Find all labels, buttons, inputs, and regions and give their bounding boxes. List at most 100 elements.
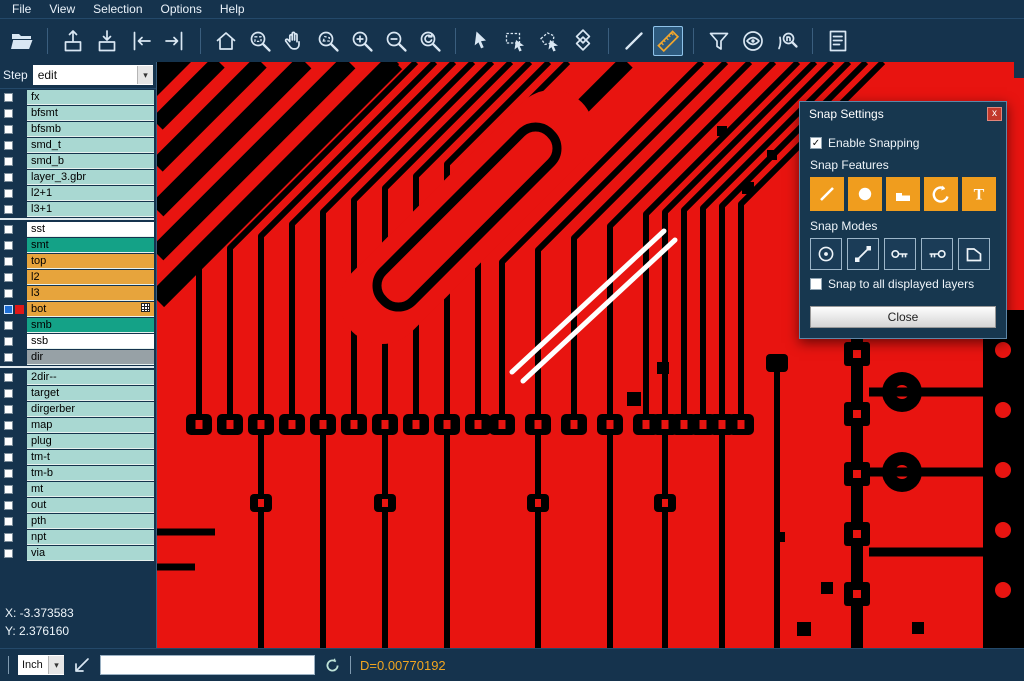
layer-row-dirgerber[interactable]: dirgerber <box>0 401 156 417</box>
tool-select-pointer[interactable] <box>466 26 496 56</box>
layer-row-sst[interactable]: sst <box>0 221 156 237</box>
layer-row-bfsmt[interactable]: bfsmt <box>0 105 156 121</box>
tool-report[interactable] <box>823 26 853 56</box>
layer-row-top[interactable]: top <box>0 253 156 269</box>
layer-visibility-checkbox[interactable] <box>4 305 13 314</box>
snap-mode-key-right-button[interactable] <box>884 238 916 270</box>
layer-visibility-checkbox[interactable] <box>4 205 13 214</box>
command-input[interactable] <box>100 655 315 675</box>
tool-view-eye[interactable] <box>738 26 768 56</box>
layer-row-smd_t[interactable]: smd_t <box>0 137 156 153</box>
layer-visibility-checkbox[interactable] <box>4 437 13 446</box>
layer-visibility-checkbox[interactable] <box>4 173 13 182</box>
layer-row-fx[interactable]: fx <box>0 89 156 105</box>
layer-row-tm-b[interactable]: tm-b <box>0 465 156 481</box>
tool-select-rect[interactable] <box>500 26 530 56</box>
tool-home[interactable] <box>211 26 241 56</box>
layer-visibility-checkbox[interactable] <box>4 273 13 282</box>
tool-arrow-out-right[interactable] <box>160 26 190 56</box>
tool-open-folder[interactable] <box>7 26 37 56</box>
snap-feature-line-button[interactable] <box>810 177 844 211</box>
tool-export-up[interactable] <box>58 26 88 56</box>
layer-row-l2[interactable]: l2 <box>0 269 156 285</box>
layer-row-ssb[interactable]: ssb <box>0 333 156 349</box>
menu-options[interactable]: Options <box>152 1 211 17</box>
layer-row-target[interactable]: target <box>0 385 156 401</box>
tool-zoom-in[interactable] <box>347 26 377 56</box>
menu-selection[interactable]: Selection <box>84 1 151 17</box>
layer-visibility-checkbox[interactable] <box>4 353 13 362</box>
refresh-icon[interactable] <box>324 657 341 674</box>
layer-visibility-checkbox[interactable] <box>4 141 13 150</box>
layer-visibility-checkbox[interactable] <box>4 421 13 430</box>
tool-zoom-window[interactable] <box>245 26 275 56</box>
layer-row-smb[interactable]: smb <box>0 317 156 333</box>
layer-visibility-checkbox[interactable] <box>4 321 13 330</box>
layer-visibility-checkbox[interactable] <box>4 453 13 462</box>
enable-snapping-checkbox[interactable]: ✓ <box>810 137 822 149</box>
tool-arrow-in-left[interactable] <box>126 26 156 56</box>
tool-pan-hand[interactable] <box>279 26 309 56</box>
layer-visibility-checkbox[interactable] <box>4 549 13 558</box>
layer-row-bfsmb[interactable]: bfsmb <box>0 121 156 137</box>
snap-feature-corner-button[interactable] <box>886 177 920 211</box>
layer-row-tm-t[interactable]: tm-t <box>0 449 156 465</box>
tool-zoom-previous[interactable] <box>415 26 445 56</box>
layer-visibility-checkbox[interactable] <box>4 337 13 346</box>
layer-visibility-checkbox[interactable] <box>4 93 13 102</box>
layer-visibility-checkbox[interactable] <box>4 373 13 382</box>
snap-mode-center-button[interactable] <box>810 238 842 270</box>
layer-visibility-checkbox[interactable] <box>4 157 13 166</box>
layer-visibility-checkbox[interactable] <box>4 389 13 398</box>
layer-visibility-checkbox[interactable] <box>4 533 13 542</box>
snap-feature-text-button[interactable]: T <box>962 177 996 211</box>
chevron-down-icon[interactable]: ▾ <box>48 656 64 674</box>
layer-row-via[interactable]: via <box>0 545 156 561</box>
layer-visibility-checkbox[interactable] <box>4 225 13 234</box>
layer-row-dir[interactable]: dir <box>0 349 156 365</box>
layer-row-mt[interactable]: mt <box>0 481 156 497</box>
layer-row-npt[interactable]: npt <box>0 529 156 545</box>
layer-visibility-checkbox[interactable] <box>4 501 13 510</box>
tool-select-polygon[interactable] <box>534 26 564 56</box>
snap-feature-pad-button[interactable] <box>848 177 882 211</box>
tool-zoom-out[interactable] <box>381 26 411 56</box>
chevron-down-icon[interactable]: ▾ <box>137 66 153 84</box>
menu-view[interactable]: View <box>40 1 84 17</box>
unit-dropdown[interactable]: Inch ▾ <box>18 655 64 675</box>
layer-row-l2+1[interactable]: l2+1 <box>0 185 156 201</box>
tool-zoom-polygon[interactable] <box>313 26 343 56</box>
snap-mode-contour-button[interactable] <box>958 238 990 270</box>
layer-row-plug[interactable]: plug <box>0 433 156 449</box>
layer-row-l3+1[interactable]: l3+1 <box>0 201 156 217</box>
layer-visibility-checkbox[interactable] <box>4 241 13 250</box>
layer-visibility-checkbox[interactable] <box>4 289 13 298</box>
layer-visibility-checkbox[interactable] <box>4 125 13 134</box>
close-icon[interactable]: x <box>987 107 1002 121</box>
layer-row-smt[interactable]: smt <box>0 237 156 253</box>
tool-measure-ruler[interactable] <box>653 26 683 56</box>
layer-visibility-checkbox[interactable] <box>4 485 13 494</box>
tool-find-in[interactable] <box>772 26 802 56</box>
corner-angle-icon[interactable] <box>73 656 91 674</box>
tool-filter[interactable] <box>704 26 734 56</box>
tool-select-layers[interactable] <box>568 26 598 56</box>
layer-visibility-checkbox[interactable] <box>4 517 13 526</box>
layer-row-out[interactable]: out <box>0 497 156 513</box>
snap-dialog-titlebar[interactable]: Snap Settings x <box>800 102 1006 125</box>
tool-line-tool[interactable] <box>619 26 649 56</box>
layer-row-bot[interactable]: bot <box>0 301 156 317</box>
menu-help[interactable]: Help <box>211 1 254 17</box>
grid-icon[interactable] <box>141 303 150 315</box>
layer-row-smd_b[interactable]: smd_b <box>0 153 156 169</box>
snap-settings-dialog[interactable]: Snap Settings x ✓ Enable Snapping Snap F… <box>799 101 1007 339</box>
layer-row-pth[interactable]: pth <box>0 513 156 529</box>
step-dropdown[interactable]: edit ▾ <box>33 65 153 85</box>
snap-mode-key-left-button[interactable] <box>921 238 953 270</box>
close-button[interactable]: Close <box>810 306 996 328</box>
enable-snapping-row[interactable]: ✓ Enable Snapping <box>810 136 996 150</box>
layer-row-layer_3.gbr[interactable]: layer_3.gbr <box>0 169 156 185</box>
layer-row-map[interactable]: map <box>0 417 156 433</box>
tool-import-down[interactable] <box>92 26 122 56</box>
layer-visibility-checkbox[interactable] <box>4 405 13 414</box>
